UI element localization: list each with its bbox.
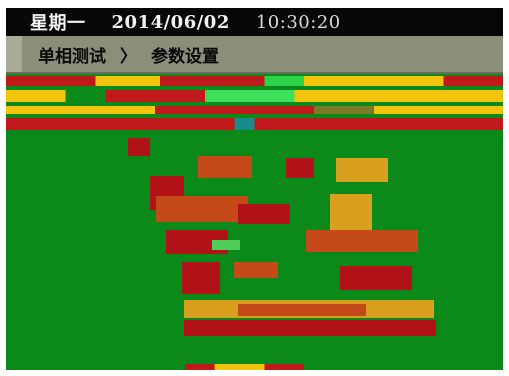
corrupted-block — [238, 304, 366, 316]
corrupted-block — [234, 262, 278, 278]
corrupted-block — [156, 196, 248, 222]
corrupted-block — [184, 320, 436, 336]
corrupted-block — [182, 262, 220, 294]
corrupted-block — [212, 240, 240, 250]
corrupted-block — [306, 230, 418, 252]
corrupted-block — [336, 158, 388, 182]
corrupted-block — [128, 138, 150, 156]
corrupted-block — [238, 204, 290, 224]
corrupted-block — [286, 158, 314, 178]
corrupted-graphics-area — [6, 8, 503, 370]
instrument-screen: 星期一 2014/06/02 10:30:20 单相测试 〉 参数设置 — [6, 8, 503, 370]
corrupted-block — [330, 194, 372, 230]
corrupted-block — [340, 266, 412, 290]
corrupted-bottom-band — [6, 364, 503, 370]
corrupted-block — [198, 156, 252, 178]
